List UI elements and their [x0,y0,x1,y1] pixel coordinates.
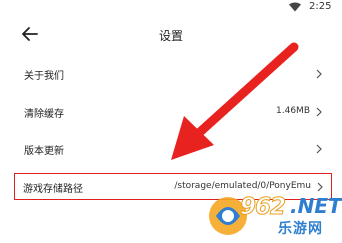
chevron-right-icon [316,144,322,154]
settings-item-label: 游戏存储路径 [23,184,83,195]
settings-item-value: /storage/emulated/0/PonyEmu [174,181,311,191]
chevron-right-icon [317,182,323,192]
settings-item-version-update[interactable]: 版本更新 [14,135,332,162]
watermark-net: .NET [290,194,342,218]
settings-item-label: 版本更新 [24,146,64,157]
settings-item-about[interactable]: 关于我们 [14,60,332,87]
watermark-cn: 乐游网 [278,221,323,237]
settings-item-label: 关于我们 [24,71,64,82]
settings-item-clear-cache[interactable]: 清除缓存 1.46MB [14,98,332,125]
settings-item-label: 清除缓存 [24,109,64,120]
page-title: 设置 [158,29,183,43]
wifi-icon [289,2,301,12]
header: 设置 [0,16,342,54]
settings-item-value: 1.46MB [276,106,310,116]
status-bar: 2:25 [0,0,342,16]
chevron-right-icon [316,107,322,117]
watermark-logo: 962 .NET 乐游网 [206,192,342,240]
chevron-right-icon [316,69,322,79]
watermark-number: 962 [239,194,286,221]
status-time: 2:25 [309,1,332,12]
